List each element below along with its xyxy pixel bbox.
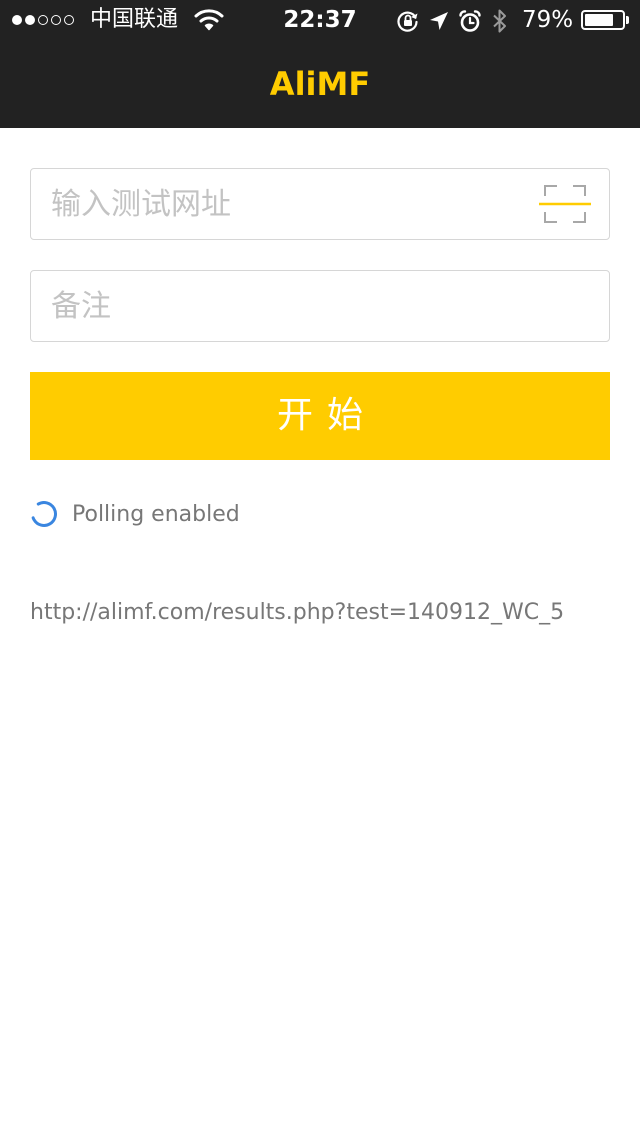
- battery-level-fill: [585, 14, 613, 26]
- url-field-container: [30, 168, 610, 240]
- app-title: AliMF: [269, 65, 371, 103]
- status-bar: 中国联通 22:37 79%: [0, 0, 640, 40]
- start-button[interactable]: 开始: [30, 372, 610, 460]
- rotation-lock-icon: [396, 9, 428, 33]
- battery-tip: [626, 16, 629, 24]
- battery-percentage: 79%: [522, 7, 574, 33]
- bluetooth-icon: [490, 8, 518, 34]
- result-url-link[interactable]: http://alimf.com/results.php?test=140912…: [30, 598, 564, 628]
- location-arrow-icon: [428, 9, 458, 33]
- navigation-bar: AliMF: [0, 40, 640, 128]
- note-field-container: [30, 270, 610, 342]
- alarm-clock-icon: [458, 9, 490, 33]
- loading-spinner-icon: [30, 500, 58, 528]
- battery-icon: [581, 10, 625, 30]
- url-input[interactable]: [51, 169, 531, 239]
- polling-label: Polling enabled: [72, 501, 240, 527]
- note-input[interactable]: [51, 271, 591, 341]
- polling-status: Polling enabled: [30, 498, 240, 530]
- qr-scan-icon[interactable]: [539, 183, 591, 227]
